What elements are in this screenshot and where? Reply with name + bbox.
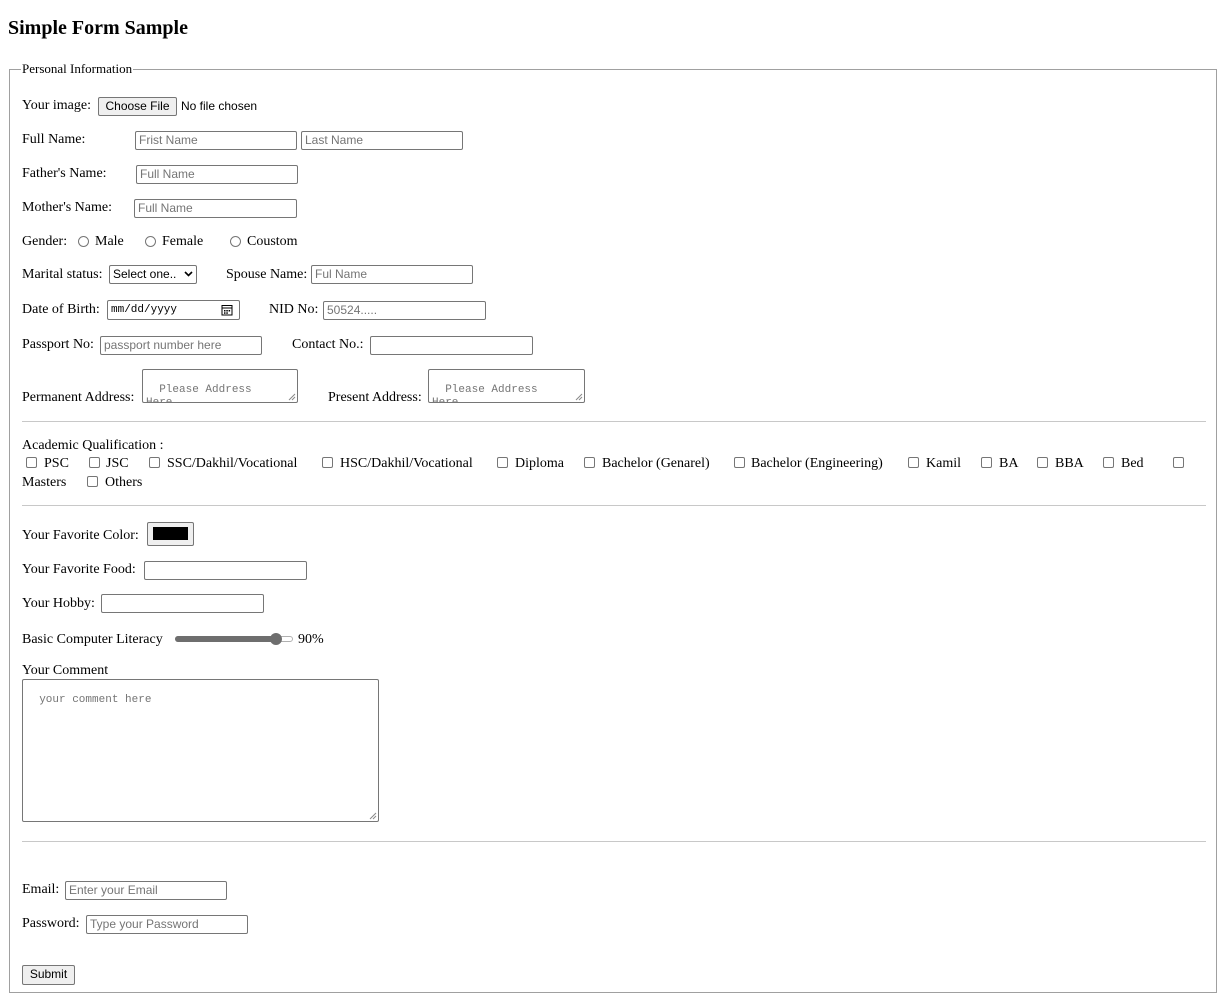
favorite-food-label: Your Favorite Food: [22,562,136,577]
section-divider [22,841,1206,842]
bed-label: Bed [1121,456,1144,471]
passport-label: Passport No: [22,337,94,352]
slider-thumb[interactable] [270,633,283,645]
permanent-address-placeholder: Please Address Here.... [146,384,259,403]
full-name-label: Full Name: [22,132,86,147]
bachelor-engineering-checkbox[interactable] [734,457,745,468]
others-checkbox[interactable] [87,476,98,487]
gender-custom-label: Coustom [247,234,298,249]
last-name-input[interactable]: Last Name [301,131,463,150]
gender-female-label: Female [162,234,204,249]
computer-literacy-label: Basic Computer Literacy [22,632,163,647]
dob-placeholder: mm/dd/yyyy [111,304,178,316]
permanent-address-label: Permanent Address: [22,390,135,405]
nid-label: NID No: [269,302,319,317]
gender-male-label: Male [95,234,124,249]
gender-label: Gender: [22,234,68,249]
password-input[interactable]: Type your Password [86,915,248,934]
passport-input[interactable]: passport number here [100,336,262,355]
comment-label: Your Comment [22,663,109,678]
favorite-color-label: Your Favorite Color: [22,528,139,543]
spouse-name-label: Spouse Name: [226,267,308,282]
submit-button[interactable]: Submit [22,965,75,985]
gender-female-radio[interactable] [145,236,156,247]
psc-checkbox[interactable] [26,457,37,468]
choose-file-button[interactable]: Choose File [98,97,177,116]
email-input[interactable]: Enter your Email [65,881,227,900]
hsc-checkbox[interactable] [322,457,333,468]
jsc-label: JSC [106,456,129,471]
mother-name-input[interactable]: Full Name [134,199,297,218]
academic-qualification-label: Academic Qualification : [22,438,164,453]
calendar-icon[interactable] [221,304,233,316]
nid-input[interactable]: 50524..... [323,301,486,320]
jsc-checkbox[interactable] [89,457,100,468]
password-label: Password: [22,916,80,931]
no-file-text: No file chosen [181,99,258,113]
kamil-label: Kamil [926,456,961,471]
page-title: Simple Form Sample [8,17,188,39]
diploma-checkbox[interactable] [497,457,508,468]
first-name-input[interactable]: Frist Name [135,131,297,150]
computer-literacy-value: 90% [298,632,324,647]
psc-label: PSC [44,456,69,471]
father-name-label: Father's Name: [22,166,107,181]
ssc-checkbox[interactable] [149,457,160,468]
masters-label: Masters [22,475,67,490]
gender-custom-radio[interactable] [230,236,241,247]
present-address-textarea[interactable]: Please Address Here.... [428,369,585,403]
permanent-address-textarea[interactable]: Please Address Here.... [142,369,298,403]
image-label: Your image: [22,98,91,113]
hobby-label: Your Hobby: [22,596,95,611]
kamil-checkbox[interactable] [908,457,919,468]
bachelor-general-label: Bachelor (Genarel) [602,456,710,471]
others-label: Others [105,475,143,490]
diploma-label: Diploma [515,456,564,471]
hsc-label: HSC/Dakhil/Vocational [340,456,473,471]
gender-male-radio[interactable] [78,236,89,247]
marital-status-selected: Select one.. [113,267,177,281]
present-address-placeholder: Please Address Here.... [432,384,545,403]
slider-fill [175,636,277,642]
present-address-label: Present Address: [328,390,422,405]
chevron-down-icon [184,271,193,277]
comment-textarea[interactable]: your comment here [22,679,379,822]
fieldset-legend: Personal Information [21,61,134,77]
masters-checkbox[interactable] [1173,457,1184,468]
comment-placeholder: your comment here [39,694,152,706]
resize-grip-icon[interactable] [575,393,583,401]
section-divider [22,505,1206,506]
father-name-input[interactable]: Full Name [136,165,298,184]
bed-checkbox[interactable] [1103,457,1114,468]
mother-name-label: Mother's Name: [22,200,113,215]
bachelor-general-checkbox[interactable] [584,457,595,468]
marital-status-label: Marital status: [22,267,103,282]
contact-label: Contact No.: [292,337,364,352]
ba-checkbox[interactable] [981,457,992,468]
ba-label: BA [999,456,1019,471]
contact-input[interactable] [370,336,533,355]
bba-label: BBA [1055,456,1084,471]
ssc-label: SSC/Dakhil/Vocational [167,456,298,471]
favorite-food-input[interactable] [144,561,307,580]
resize-grip-icon[interactable] [369,812,377,820]
bachelor-engineering-label: Bachelor (Engineering) [751,456,883,471]
email-label: Email: [22,882,60,897]
computer-literacy-slider[interactable] [175,632,293,646]
section-divider [22,421,1206,422]
dob-label: Date of Birth: [22,302,100,317]
resize-grip-icon[interactable] [288,393,296,401]
bba-checkbox[interactable] [1037,457,1048,468]
color-swatch [153,527,188,540]
hobby-input[interactable] [101,594,264,613]
spouse-name-input[interactable]: Ful Name [311,265,473,284]
